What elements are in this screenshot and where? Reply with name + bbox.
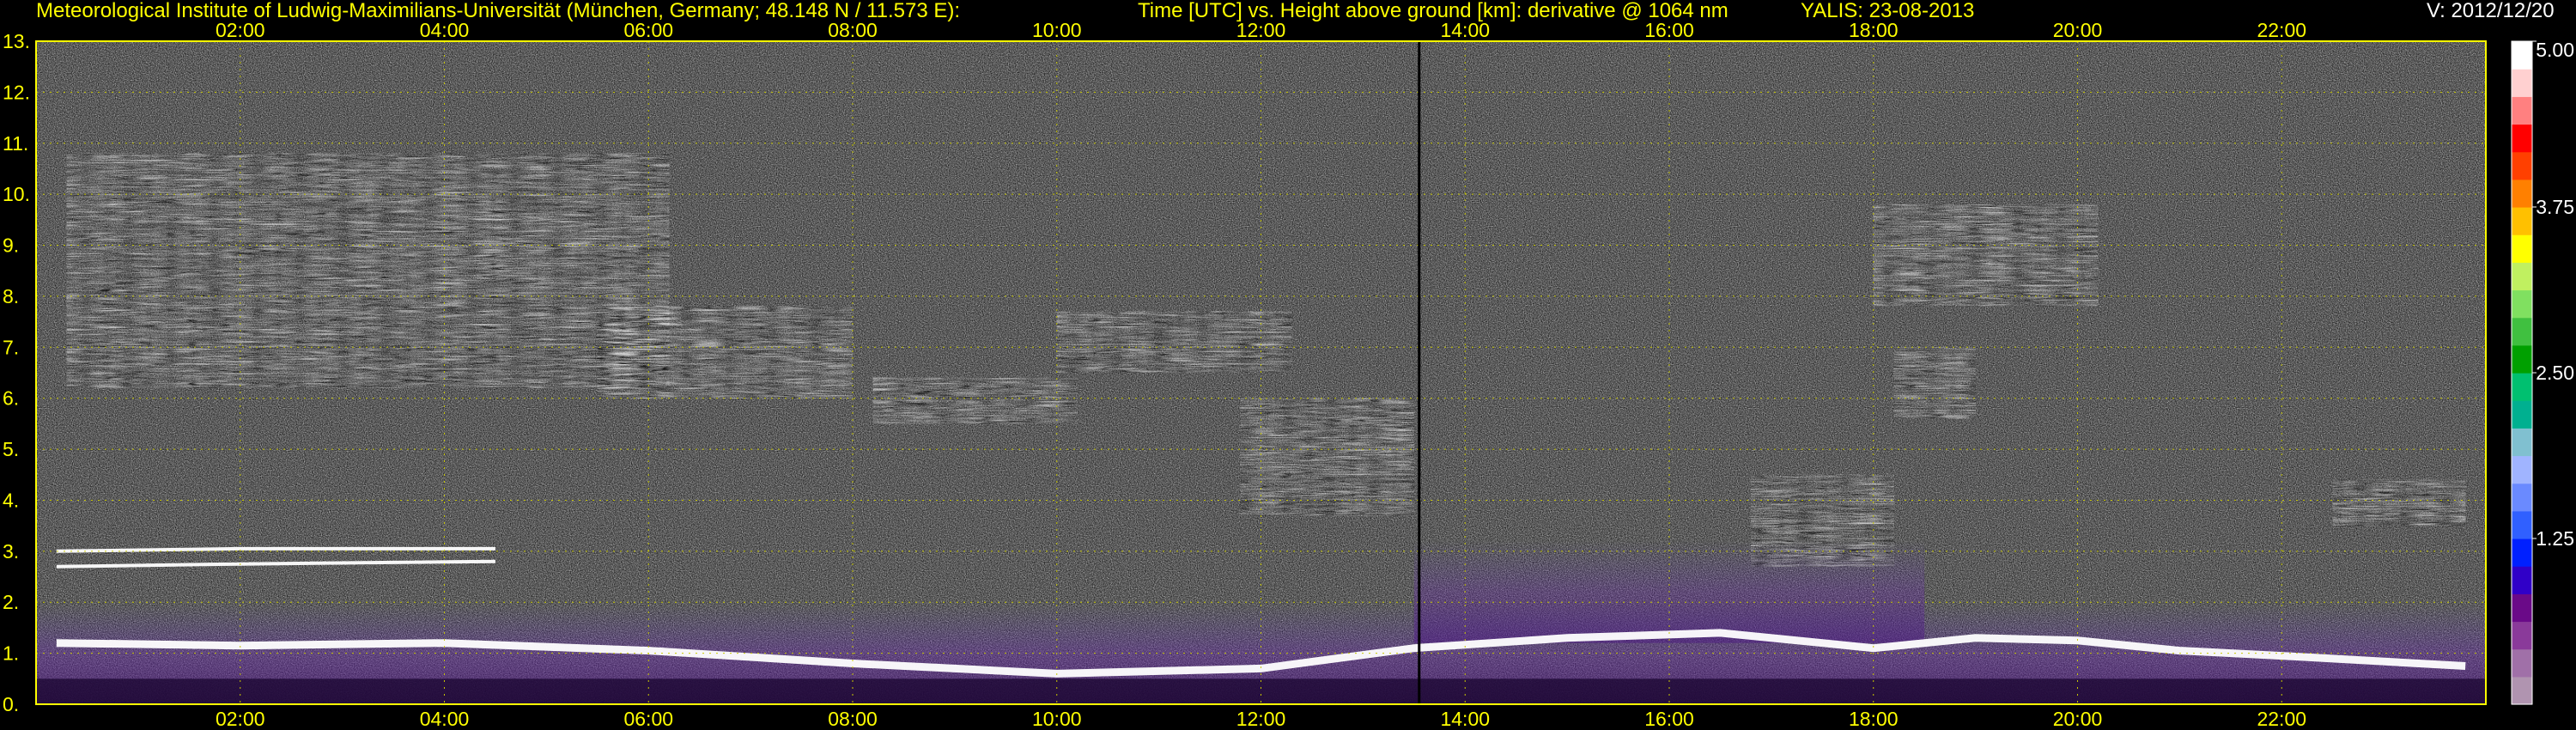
x-tick-label-bottom: 04:00 <box>420 708 470 730</box>
colorbar-swatch <box>2512 621 2532 650</box>
colorbar-swatch <box>2512 455 2532 484</box>
x-tick-label-bottom: 02:00 <box>216 708 265 730</box>
y-tick-label: 1. <box>3 642 19 665</box>
colorbar: 5.00 3.75 2.50 1.25 <box>2511 39 2574 705</box>
y-tick-label: 2. <box>3 591 19 613</box>
y-tick-label: 5. <box>3 438 19 460</box>
x-tick-label-top: 20:00 <box>2053 19 2103 41</box>
x-tick-label-top: 12:00 <box>1236 19 1286 41</box>
colorbar-swatch <box>2512 538 2532 567</box>
x-tick-label-bottom: 16:00 <box>1644 708 1694 730</box>
y-tick-label: 11. <box>3 132 28 155</box>
colorbar-swatch <box>2512 289 2532 319</box>
colorbar-swatch <box>2512 234 2532 263</box>
cloud-feature <box>872 377 1078 424</box>
x-tick-label-bottom: 22:00 <box>2257 708 2306 730</box>
x-tick-label-bottom: 06:00 <box>623 708 673 730</box>
colorbar-swatch <box>2512 262 2532 291</box>
x-tick-label-top: 14:00 <box>1440 19 1490 41</box>
x-tick-label-top: 10:00 <box>1032 19 1082 41</box>
cloud-feature <box>1751 474 1894 567</box>
cloud-feature <box>1873 204 2099 307</box>
x-tick-label-top: 18:00 <box>1849 19 1899 41</box>
colorbar-swatch <box>2512 483 2532 512</box>
colorbar-swatch <box>2512 373 2532 401</box>
y-tick-label: 6. <box>3 387 19 410</box>
y-tick-label: 12. <box>3 81 30 103</box>
colorbar-tick-label: 2.50 <box>2536 362 2574 384</box>
colorbar-tick-label: 1.25 <box>2536 527 2574 550</box>
cloud-feature <box>2332 479 2466 526</box>
colorbar-tick-label: 3.75 <box>2536 196 2574 218</box>
colorbar-swatch <box>2512 566 2532 594</box>
colorbar-swatch <box>2512 96 2532 125</box>
colorbar-swatch <box>2512 207 2532 235</box>
colorbar-swatch <box>2512 151 2532 180</box>
y-tick-label: 0. <box>3 693 19 715</box>
lidar-derivative-chart: 02:00 02:00 04:00 04:00 06:00 06:00 08:00 08:00… <box>3 19 2574 730</box>
colorbar-swatch <box>2512 317 2532 346</box>
x-tick-label-bottom: 12:00 <box>1236 708 1286 730</box>
y-tick-label: 13. <box>3 30 30 52</box>
colorbar-swatch <box>2512 344 2532 374</box>
cloud-feature <box>1240 398 1414 516</box>
colorbar-swatch <box>2512 428 2532 457</box>
near-ground-layer <box>36 678 2486 704</box>
colorbar-tick-label: 5.00 <box>2536 39 2574 61</box>
x-tick-label-bottom: 14:00 <box>1440 708 1490 730</box>
cloud-feature <box>597 306 853 398</box>
x-tick-label-top: 16:00 <box>1644 19 1694 41</box>
colorbar-swatch <box>2512 179 2532 208</box>
cloud-feature <box>1893 347 1976 419</box>
y-tick-label: 10. <box>3 183 30 205</box>
y-tick-label: 3. <box>3 540 19 563</box>
x-tick-label-bottom: 10:00 <box>1032 708 1082 730</box>
y-tick-label: 4. <box>3 489 19 511</box>
colorbar-swatch <box>2512 676 2532 705</box>
cloud-feature <box>66 153 670 388</box>
x-tick-label-top: 22:00 <box>2257 19 2306 41</box>
y-tick-label: 8. <box>3 285 19 307</box>
colorbar-swatch <box>2512 69 2532 97</box>
x-tick-label-top: 06:00 <box>623 19 673 41</box>
x-tick-label-bottom: 20:00 <box>2053 708 2103 730</box>
y-tick-label: 9. <box>3 234 19 257</box>
x-tick-label-top: 02:00 <box>216 19 265 41</box>
x-tick-label-bottom: 18:00 <box>1849 708 1899 730</box>
colorbar-swatch <box>2512 510 2532 539</box>
colorbar-swatch <box>2512 400 2532 429</box>
colorbar-swatch <box>2512 593 2532 623</box>
colorbar-swatch <box>2512 124 2532 153</box>
y-tick-label: 7. <box>3 336 19 358</box>
colorbar-swatch <box>2512 41 2532 70</box>
x-tick-label-bottom: 08:00 <box>828 708 878 730</box>
x-tick-label-top: 04:00 <box>420 19 470 41</box>
cloud-feature <box>1056 311 1292 373</box>
x-tick-label-top: 08:00 <box>828 19 878 41</box>
colorbar-swatch <box>2512 648 2532 678</box>
